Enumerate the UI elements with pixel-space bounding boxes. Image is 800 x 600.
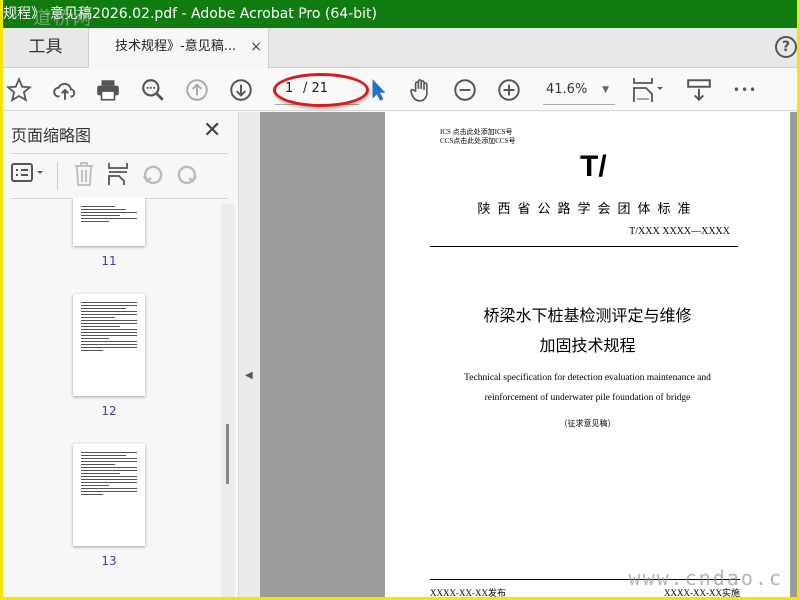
divider <box>11 153 228 154</box>
divider <box>57 162 58 190</box>
close-panel-icon[interactable]: ✕ <box>203 118 221 143</box>
page-thumbnails-panel: 页面缩略图 ✕ 11 12 13 <box>3 112 238 597</box>
thumbnail-options-icon[interactable] <box>11 162 45 189</box>
zoom-in-icon[interactable] <box>495 77 523 103</box>
tab-tools[interactable]: 工具 <box>3 28 89 68</box>
print-icon[interactable] <box>94 77 122 103</box>
ccs-text: CCS点击此处添加CCS号 <box>440 137 516 145</box>
standard-mark: T/ <box>580 150 607 183</box>
select-cursor-icon[interactable] <box>365 77 393 103</box>
next-page-icon[interactable] <box>227 77 255 103</box>
page-thumbnail[interactable] <box>73 444 145 546</box>
close-tab-icon[interactable]: × <box>250 28 262 66</box>
scroll-mode-icon[interactable] <box>685 77 713 103</box>
ics-ccs-block: ICS 点击此处添加ICS号 CCS点击此处添加CCS号 <box>440 128 515 146</box>
bookmark-star-icon[interactable] <box>5 76 33 103</box>
thumbnail-scrollbar[interactable] <box>221 204 235 597</box>
zoom-level-select[interactable]: 41.6% ▼ <box>543 77 615 105</box>
title-cn-line2: 加固技术规程 <box>539 336 636 355</box>
delete-page-icon[interactable] <box>73 162 95 191</box>
red-annotation-ellipse <box>273 73 369 107</box>
thumbnail-list: 11 12 13 <box>11 198 221 597</box>
panel-collapse-handle[interactable]: ◀ <box>238 112 260 597</box>
standard-code: T/XXX XXXX—XXXX <box>629 226 730 237</box>
chevron-down-icon: ▼ <box>602 85 609 95</box>
pdf-page: ICS 点击此处添加ICS号 CCS点击此处添加CCS号 T/ 陕西省公路学会团体… <box>385 112 790 597</box>
ics-text: ICS 点击此处添加ICS号 <box>440 128 513 136</box>
thumbnail-label: 12 <box>101 404 117 418</box>
thumbnail-label: 13 <box>101 554 117 568</box>
draft-label: （征求意见稿） <box>559 419 616 428</box>
rotate-right-icon[interactable] <box>175 162 199 191</box>
title-bar: 规程》-意见稿2026.02.pdf - Adobe Acrobat Pro (… <box>3 0 797 28</box>
thumbnail-label: 11 <box>101 254 117 268</box>
rotate-left-icon[interactable] <box>141 162 165 191</box>
upload-cloud-icon[interactable] <box>51 77 79 103</box>
acrobat-window: 规程》-意见稿2026.02.pdf - Adobe Acrobat Pro (… <box>3 0 797 597</box>
zoom-out-icon[interactable] <box>451 77 479 103</box>
page-fit-icon[interactable] <box>629 77 669 103</box>
tab-document[interactable]: 技术规程》-意见稿... × <box>89 28 269 69</box>
publish-date: XXXX-XX-XX发布 <box>430 588 506 597</box>
title-cn-line1: 桥梁水下桩基检测评定与维修 <box>483 306 692 325</box>
insert-page-icon[interactable] <box>107 162 129 191</box>
panel-title: 页面缩略图 <box>11 126 92 145</box>
scrollbar-thumb[interactable] <box>226 424 229 484</box>
previous-page-icon[interactable] <box>183 77 211 103</box>
search-zoom-icon[interactable] <box>139 77 167 103</box>
help-icon[interactable]: ? <box>775 36 797 58</box>
document-view[interactable]: ICS 点击此处添加ICS号 CCS点击此处添加CCS号 T/ 陕西省公路学会团体… <box>260 112 797 597</box>
divider <box>430 246 738 247</box>
tab-bar: 工具 技术规程》-意见稿... × ? <box>3 28 797 69</box>
hand-tool-icon[interactable] <box>407 77 435 103</box>
collapse-arrow-icon[interactable]: ◀ <box>245 370 253 381</box>
watermark-url: www.cndao.c <box>628 566 783 590</box>
page-thumbnail[interactable] <box>73 198 145 246</box>
more-tools-icon[interactable]: ••• <box>731 77 759 103</box>
title-en-line2: reinforcement of underwater pile foundat… <box>484 393 691 403</box>
toolbar: 1/ 21 41.6% ▼ ••• <box>3 69 797 111</box>
tab-document-label: 技术规程》-意见稿... <box>115 39 237 54</box>
organization: 陕西省公路学会团体标准 <box>477 202 698 217</box>
watermark-logo: 道桥网 <box>33 8 93 29</box>
title-en-line1: Technical specification for detection ev… <box>464 373 711 383</box>
page-thumbnail[interactable] <box>73 294 145 396</box>
zoom-value: 41.6% <box>546 82 588 97</box>
